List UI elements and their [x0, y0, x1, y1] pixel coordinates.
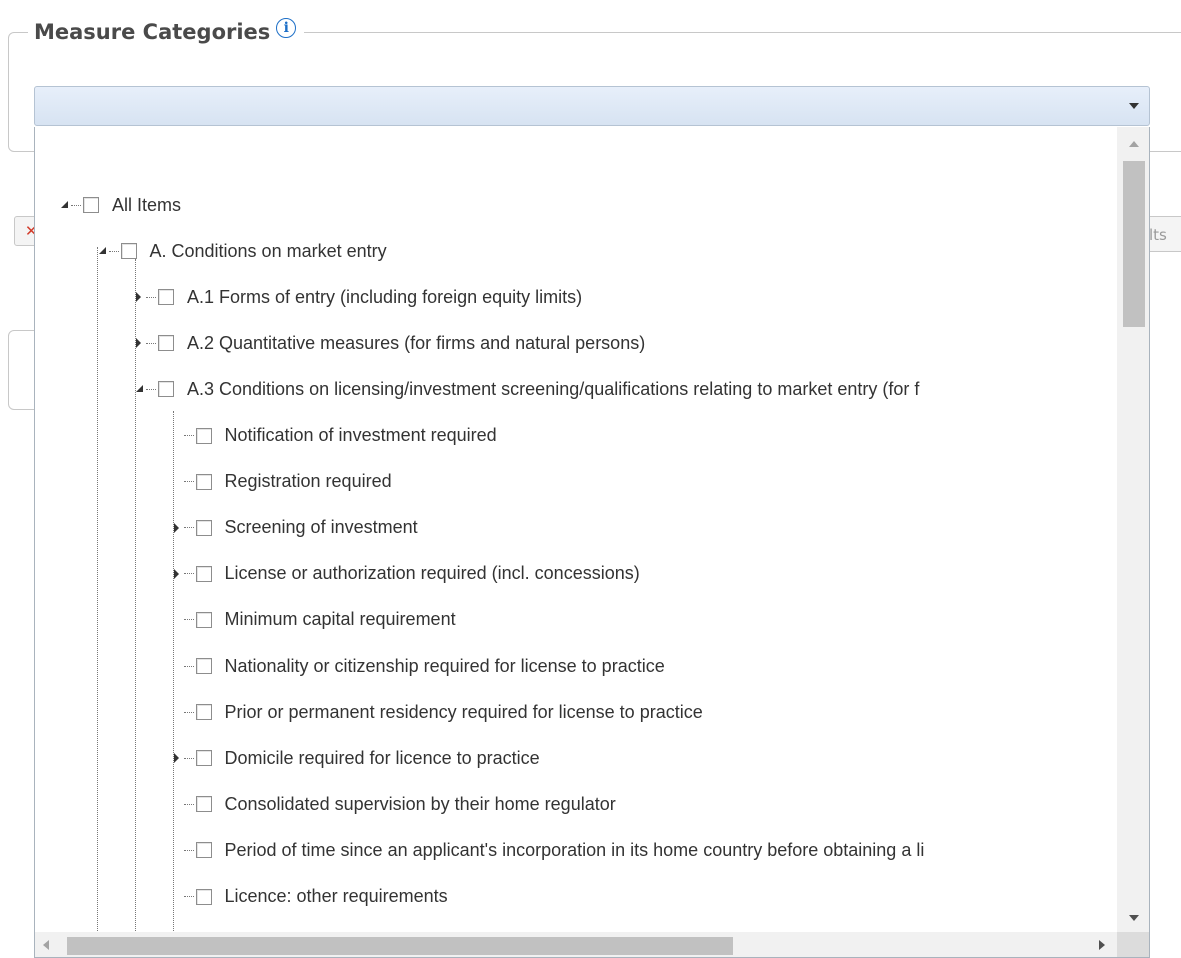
tree-node-label[interactable]: Licence: other requirements — [225, 886, 448, 907]
category-tree: All Items A. Conditions on market entry A.… — [35, 127, 1117, 933]
vertical-scroll-thumb[interactable] — [1123, 161, 1145, 327]
tree-node[interactable]: Nationality or citizenship required for … — [172, 653, 665, 679]
tree-connector — [183, 619, 194, 621]
expand-arrow-icon[interactable] — [172, 522, 184, 534]
tree-connector — [183, 757, 194, 759]
tree-node-checkbox[interactable] — [195, 427, 212, 444]
tree-connector — [146, 296, 156, 298]
horizontal-scrollbar[interactable] — [35, 932, 1117, 957]
tree-node[interactable]: Screening of investment — [172, 515, 418, 541]
tree-node[interactable]: A.3 Conditions on licensing/investment s… — [134, 376, 919, 402]
tree-node-label[interactable]: Consolidated supervision by their home r… — [225, 794, 616, 815]
scroll-left-icon[interactable] — [43, 940, 49, 950]
tree-node-checkbox[interactable] — [195, 611, 212, 628]
tree-node-label[interactable]: A. Conditions on market entry — [150, 241, 387, 262]
tree-connector — [183, 665, 194, 667]
collapse-arrow-icon[interactable] — [97, 245, 109, 257]
tree-node[interactable]: Prior or permanent residency required fo… — [172, 699, 703, 725]
tree-connector — [183, 896, 194, 897]
section-legend: Measure Categories i — [28, 14, 305, 50]
tree-node-label[interactable]: Notification of investment required — [225, 425, 497, 446]
tree-node-label[interactable]: Domicile required for licence to practic… — [225, 748, 540, 769]
tree-node-checkbox[interactable] — [195, 796, 212, 813]
tree-node-checkbox[interactable] — [158, 289, 174, 306]
tree-node-checkbox[interactable] — [195, 658, 212, 674]
tree-node[interactable]: Domicile required for licence to practic… — [172, 745, 540, 771]
tree-node-checkbox[interactable] — [83, 197, 99, 213]
tree-connector — [71, 204, 81, 206]
tree-node-label[interactable]: Registration required — [225, 471, 392, 492]
vertical-scrollbar[interactable] — [1117, 127, 1149, 933]
collapse-arrow-icon[interactable] — [59, 199, 71, 211]
tree-connector — [183, 711, 194, 713]
tree-node-label[interactable]: License or authorization required (incl.… — [225, 563, 640, 584]
tree-node[interactable]: Notification of investment required — [172, 423, 497, 449]
tree-connector — [183, 803, 194, 805]
tree-node-checkbox[interactable] — [158, 335, 174, 352]
tree-node-label[interactable]: Screening of investment — [225, 517, 418, 538]
tree-node[interactable]: Period of time since an applicant's inco… — [172, 837, 925, 863]
tree-node-checkbox[interactable] — [195, 888, 212, 905]
tree-node[interactable]: Consolidated supervision by their home r… — [172, 791, 616, 817]
info-icon[interactable]: i — [276, 18, 297, 38]
tree-node[interactable]: License or authorization required (incl.… — [172, 561, 640, 587]
tree-node-checkbox[interactable] — [195, 750, 212, 767]
dropdown-popup: All Items A. Conditions on market entry A.… — [34, 127, 1150, 958]
tree-node-label[interactable]: Prior or permanent residency required fo… — [225, 702, 703, 723]
results-button-label: lts — [1149, 226, 1167, 244]
tree-node-checkbox[interactable] — [195, 565, 212, 582]
tree-node-checkbox[interactable] — [195, 519, 212, 536]
tree-node[interactable]: A. Conditions on market entry — [97, 238, 387, 264]
tree-connector — [183, 849, 194, 851]
tree-node-checkbox[interactable] — [195, 704, 212, 721]
tree-node[interactable]: All Items — [59, 192, 181, 218]
tree-connector — [183, 435, 194, 436]
expand-arrow-icon[interactable] — [134, 337, 146, 349]
tree-guide-line — [97, 247, 98, 933]
scrollbar-corner — [1117, 932, 1149, 957]
tree-connector — [108, 250, 119, 252]
tree-node-label[interactable]: Minimum capital requirement — [225, 609, 456, 630]
tree-node[interactable]: Registration required — [172, 469, 392, 495]
measure-categories-dropdown[interactable] — [34, 86, 1150, 126]
tree-node-label[interactable]: A.1 Forms of entry (including foreign eq… — [187, 287, 582, 308]
expand-arrow-icon[interactable] — [134, 291, 146, 303]
tree-connector — [183, 573, 194, 575]
tree-node-checkbox[interactable] — [158, 381, 174, 398]
chevron-down-icon[interactable] — [1129, 103, 1139, 109]
tree-node-label[interactable]: A.2 Quantitative measures (for firms and… — [187, 333, 645, 354]
tree-node-label[interactable]: All Items — [112, 195, 181, 216]
tree-node-checkbox[interactable] — [195, 842, 212, 859]
tree-connector — [146, 388, 156, 390]
tree-node[interactable]: A.2 Quantitative measures (for firms and… — [134, 330, 645, 356]
tree-node-label[interactable]: A.3 Conditions on licensing/investment s… — [187, 379, 919, 400]
tree-guide-line — [135, 259, 136, 933]
scroll-right-icon[interactable] — [1099, 940, 1105, 950]
scroll-down-icon[interactable] — [1129, 915, 1139, 921]
tree-node[interactable]: Minimum capital requirement — [172, 607, 456, 633]
scroll-up-icon[interactable] — [1129, 141, 1139, 147]
section-title: Measure Categories — [34, 20, 271, 44]
tree-node-label[interactable]: Nationality or citizenship required for … — [225, 656, 665, 677]
tree-node[interactable]: A.1 Forms of entry (including foreign eq… — [134, 284, 582, 310]
expand-arrow-icon[interactable] — [172, 752, 184, 764]
tree-connector — [146, 342, 156, 344]
tree-node[interactable]: Licence: other requirements — [172, 884, 448, 910]
tree-node-label[interactable]: Period of time since an applicant's inco… — [225, 840, 925, 861]
tree-node-checkbox[interactable] — [195, 473, 212, 490]
tree-connector — [183, 527, 194, 529]
tree-node-checkbox[interactable] — [120, 243, 137, 260]
tree-connector — [183, 481, 194, 483]
horizontal-scroll-thumb[interactable] — [67, 937, 733, 955]
expand-arrow-icon[interactable] — [172, 568, 184, 580]
collapse-arrow-icon[interactable] — [134, 383, 146, 395]
